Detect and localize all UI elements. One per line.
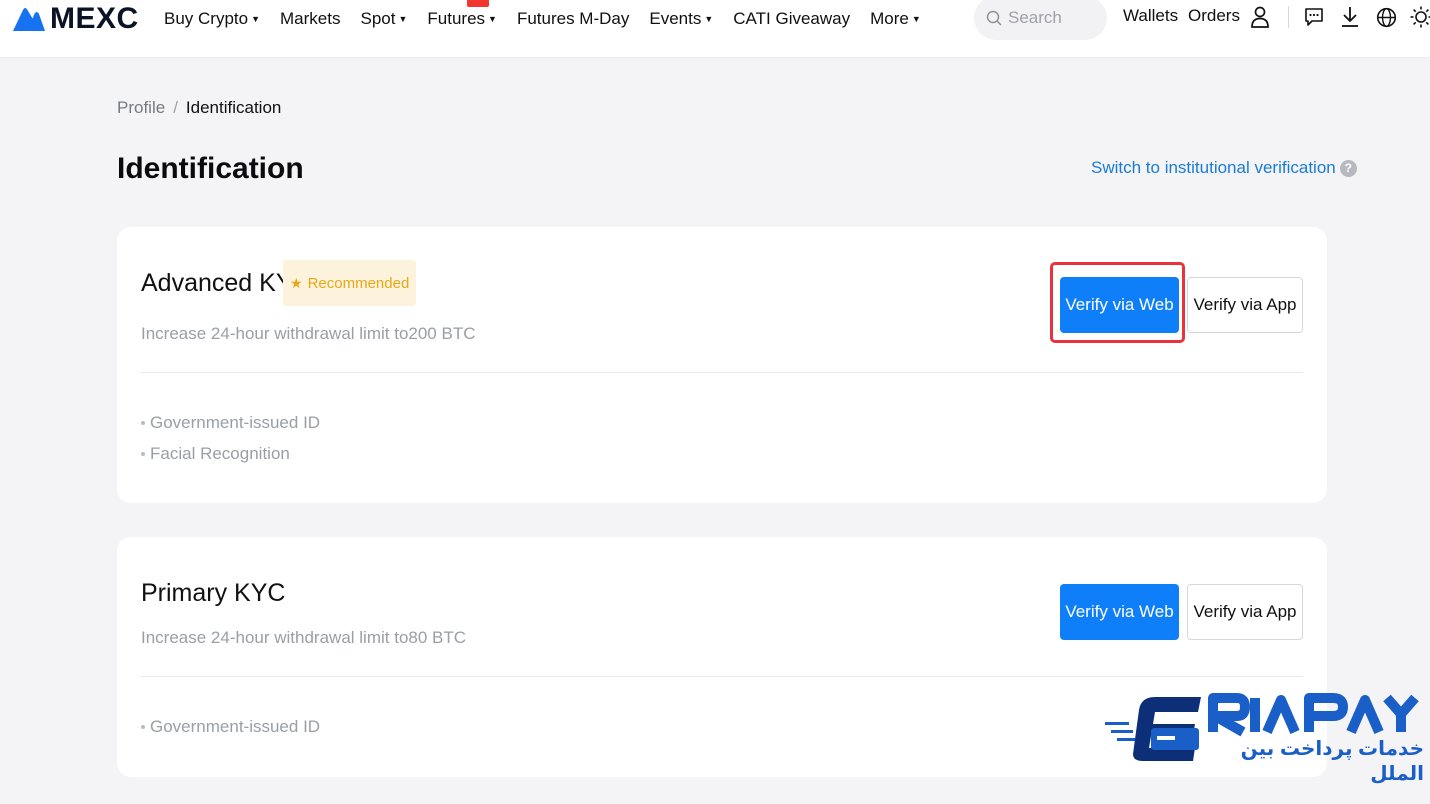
card-divider	[141, 372, 1303, 373]
primary-verify-app-button[interactable]: Verify via App	[1187, 584, 1303, 640]
nav-cati-giveaway-label: CATI Giveaway	[733, 9, 851, 28]
primary-kyc-subtitle: Increase 24-hour withdrawal limit to80 B…	[141, 628, 467, 647]
mexc-logo-icon	[13, 8, 45, 31]
advanced-kyc-card: Advanced KYC ★ Recommended Increase 24-h…	[117, 227, 1327, 503]
page-title: Identification	[117, 152, 304, 185]
star-icon: ★	[290, 274, 303, 291]
user-icon[interactable]	[1247, 4, 1273, 30]
top-navigation-bar: MEXC Buy Crypto ▼ Markets Spot ▼ Futures ▼ …	[0, 0, 1430, 58]
sun-icon[interactable]	[1408, 4, 1430, 30]
switch-institutional-label: Switch to institutional verification	[1091, 158, 1336, 177]
primary-verify-web-button[interactable]: Verify via Web	[1060, 584, 1179, 640]
nav-more-label: More	[870, 9, 909, 28]
requirement-label: Government-issued ID	[150, 717, 321, 736]
nav-cati-giveaway[interactable]: CATI Giveaway	[733, 9, 850, 29]
bullet-dot	[141, 421, 145, 425]
nav-buy-crypto-label: Buy Crypto	[164, 9, 249, 28]
bullet-dot	[141, 725, 145, 729]
nav-markets-label: Markets	[280, 9, 341, 28]
nav-buy-crypto[interactable]: Buy Crypto ▼	[164, 9, 260, 29]
mexc-logo[interactable]: MEXC	[12, 4, 139, 34]
nav-futures-m-day[interactable]: Futures M-Day	[517, 9, 629, 29]
caret-down-icon: ▼	[911, 14, 921, 24]
nav-futures[interactable]: Futures ▼	[427, 0, 497, 29]
requirement-item: Government-issued ID	[141, 413, 320, 433]
hot-badge	[467, 0, 490, 7]
globe-icon[interactable]	[1373, 4, 1399, 30]
requirement-label: Facial Recognition	[150, 444, 290, 463]
caret-down-icon: ▼	[398, 14, 408, 24]
primary-kyc-title: Primary KYC	[141, 579, 286, 607]
nav-markets[interactable]: Markets	[280, 9, 340, 29]
caret-down-icon: ▼	[251, 14, 261, 24]
help-icon[interactable]: ?	[1339, 159, 1357, 177]
nav-events-label: Events	[649, 9, 702, 28]
watermark-tagline: خدمات پرداخت بین الملل	[1240, 738, 1424, 785]
orders-link[interactable]: Orders	[1188, 6, 1240, 26]
advanced-verify-app-button[interactable]: Verify via App	[1187, 277, 1303, 333]
nav-futures-m-day-label: Futures M-Day	[516, 9, 630, 28]
requirement-label: Government-issued ID	[150, 413, 321, 432]
nav-divider	[1288, 6, 1289, 28]
switch-institutional-link[interactable]: Switch to institutional verification ?	[1091, 158, 1357, 178]
search-input[interactable]	[1008, 8, 1098, 28]
advanced-kyc-subtitle: Increase 24-hour withdrawal limit to200 …	[141, 324, 476, 343]
requirement-item: Facial Recognition	[141, 444, 290, 464]
chat-icon[interactable]	[1301, 4, 1327, 30]
requirement-item: Government-issued ID	[141, 717, 320, 737]
logo-wordmark: MEXC	[50, 2, 139, 35]
breadcrumb-separator: /	[173, 98, 178, 117]
recommended-badge-label: Recommended	[307, 274, 410, 292]
breadcrumb: Profile / Identification	[117, 98, 281, 118]
nav-spot-label: Spot	[360, 9, 396, 28]
download-icon[interactable]	[1337, 4, 1363, 30]
nav-spot[interactable]: Spot ▼	[360, 9, 407, 29]
bullet-dot	[141, 452, 145, 456]
advanced-verify-web-button[interactable]: Verify via Web	[1060, 277, 1179, 333]
main-nav: Buy Crypto ▼ Markets Spot ▼ Futures ▼ Futur…	[164, 0, 941, 32]
breadcrumb-profile-link[interactable]: Profile	[117, 98, 165, 118]
breadcrumb-current: Identification	[185, 98, 282, 117]
search-box[interactable]	[974, 0, 1107, 40]
nav-events[interactable]: Events ▼	[649, 9, 713, 29]
caret-down-icon: ▼	[704, 14, 714, 24]
wallets-link[interactable]: Wallets	[1123, 6, 1178, 26]
caret-down-icon: ▼	[488, 14, 497, 24]
nav-more[interactable]: More ▼	[870, 9, 921, 29]
nav-futures-label: Futures	[427, 9, 486, 28]
recommended-badge: ★ Recommended	[283, 260, 417, 306]
card-divider	[141, 676, 1303, 677]
search-icon	[986, 10, 1002, 26]
